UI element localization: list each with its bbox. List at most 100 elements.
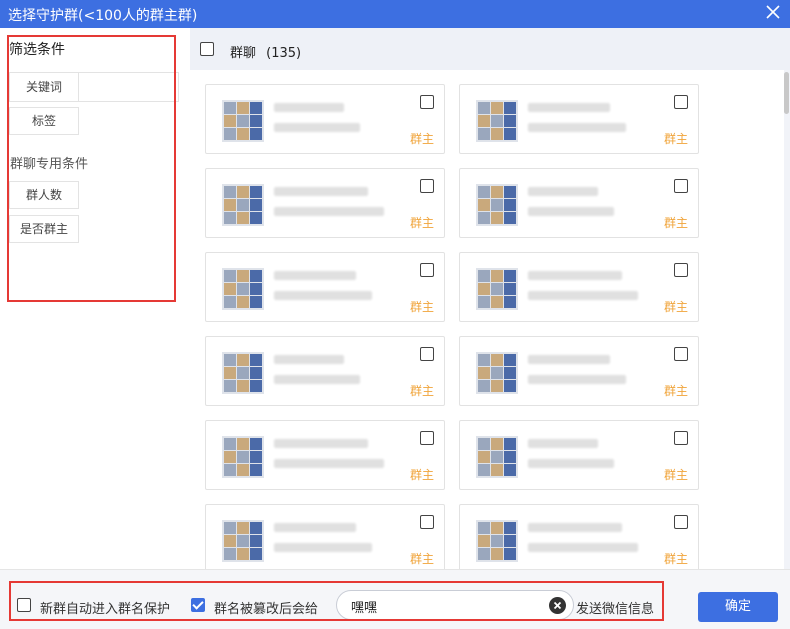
group-card[interactable]: 群主 [205, 252, 445, 322]
group-info-redacted [274, 459, 384, 468]
group-card[interactable]: 群主 [459, 84, 699, 154]
group-select-checkbox[interactable] [420, 431, 434, 445]
owner-tag: 群主 [409, 552, 434, 566]
group-select-checkbox[interactable] [674, 179, 688, 193]
owner-tag: 群主 [663, 132, 688, 146]
keyword-label[interactable]: 关键词 [10, 73, 79, 101]
group-select-checkbox[interactable] [420, 95, 434, 109]
rename-notify-checkbox[interactable] [191, 598, 205, 612]
group-grid: 群主 群主 群主 群主 群主 群主 群主 群主 群主 群主 群主 群主 [190, 70, 784, 569]
group-name-redacted [528, 187, 598, 196]
confirm-button[interactable]: 确定 [698, 592, 778, 622]
group-select-checkbox[interactable] [420, 179, 434, 193]
owner-tag: 群主 [663, 468, 688, 482]
message-input[interactable] [351, 596, 541, 616]
footer-bar: 新群自动进入群名保护 群名被篡改后会给 发送微信信息 确定 [0, 569, 790, 629]
group-select-checkbox[interactable] [674, 263, 688, 277]
group-name-redacted [274, 439, 368, 448]
group-card[interactable]: 群主 [459, 504, 699, 569]
group-select-checkbox[interactable] [674, 431, 688, 445]
owner-tag: 群主 [409, 300, 434, 314]
group-avatar [222, 520, 264, 562]
group-name-redacted [274, 187, 368, 196]
group-info-redacted [274, 123, 360, 132]
window-title: 选择守护群(<100人的群主群) [8, 8, 198, 24]
group-card[interactable]: 群主 [459, 336, 699, 406]
group-info-redacted [528, 375, 626, 384]
group-card[interactable]: 群主 [205, 504, 445, 569]
group-avatar [222, 352, 264, 394]
owner-tag: 群主 [409, 384, 434, 398]
message-input-wrapper [336, 590, 574, 620]
group-card[interactable]: 群主 [459, 420, 699, 490]
close-icon[interactable] [764, 3, 782, 21]
owner-tag: 群主 [409, 216, 434, 230]
keyword-filter: 关键词 [9, 72, 179, 102]
group-name-redacted [274, 355, 344, 364]
group-card[interactable]: 群主 [459, 252, 699, 322]
tag-filter-button[interactable]: 标签 [9, 107, 79, 135]
group-avatar [476, 268, 518, 310]
group-info-redacted [274, 291, 372, 300]
group-filter-heading: 群聊专用条件 [10, 157, 89, 172]
scrollbar-thumb[interactable] [784, 72, 789, 114]
group-name-redacted [274, 523, 356, 532]
owner-tag: 群主 [663, 552, 688, 566]
group-avatar [476, 436, 518, 478]
group-card[interactable]: 群主 [205, 84, 445, 154]
clear-circle-icon[interactable] [549, 597, 566, 614]
group-list-label: 群聊 (135) [230, 42, 301, 61]
group-info-redacted [528, 123, 626, 132]
group-list-header: 群聊 (135) [190, 28, 790, 70]
group-name-redacted [528, 103, 610, 112]
group-avatar [222, 268, 264, 310]
group-name-redacted [528, 271, 622, 280]
group-card[interactable]: 群主 [459, 168, 699, 238]
group-avatar [476, 100, 518, 142]
group-avatar [222, 100, 264, 142]
group-name-redacted [274, 103, 344, 112]
group-info-redacted [528, 543, 638, 552]
group-avatar [476, 520, 518, 562]
keyword-input[interactable] [80, 73, 178, 101]
auto-protect-label: 新群自动进入群名保护 [40, 602, 171, 617]
group-select-checkbox[interactable] [674, 95, 688, 109]
owner-tag: 群主 [663, 216, 688, 230]
send-wechat-label: 发送微信信息 [576, 602, 655, 617]
group-avatar [222, 184, 264, 226]
group-name-redacted [528, 355, 610, 364]
group-card[interactable]: 群主 [205, 168, 445, 238]
group-info-redacted [528, 459, 614, 468]
owner-tag: 群主 [663, 384, 688, 398]
scrollbar-track[interactable] [784, 70, 790, 569]
member-count-filter-button[interactable]: 群人数 [9, 181, 79, 209]
is-owner-filter-button[interactable]: 是否群主 [9, 215, 79, 243]
group-name-redacted [274, 271, 356, 280]
group-info-redacted [528, 207, 614, 216]
group-select-checkbox[interactable] [674, 515, 688, 529]
group-info-redacted [528, 291, 638, 300]
group-avatar [476, 184, 518, 226]
group-info-redacted [274, 207, 384, 216]
group-count: (135) [266, 46, 302, 61]
group-select-checkbox[interactable] [420, 515, 434, 529]
group-list-panel: 群聊 (135) 群主 群主 群主 群主 群主 群主 群主 群主 群主 群主 群主 群主 [190, 28, 790, 569]
group-name-redacted [528, 523, 622, 532]
title-bar: 选择守护群(<100人的群主群) [0, 0, 790, 28]
group-card[interactable]: 群主 [205, 336, 445, 406]
owner-tag: 群主 [409, 468, 434, 482]
group-info-redacted [274, 543, 372, 552]
rename-notify-label: 群名被篡改后会给 [214, 602, 319, 617]
group-name-redacted [528, 439, 598, 448]
group-select-checkbox[interactable] [420, 347, 434, 361]
group-avatar [222, 436, 264, 478]
group-info-redacted [274, 375, 360, 384]
group-select-checkbox[interactable] [674, 347, 688, 361]
auto-protect-checkbox[interactable] [17, 598, 31, 612]
group-card[interactable]: 群主 [205, 420, 445, 490]
select-all-checkbox[interactable] [200, 42, 214, 56]
owner-tag: 群主 [663, 300, 688, 314]
group-select-checkbox[interactable] [420, 263, 434, 277]
group-avatar [476, 352, 518, 394]
owner-tag: 群主 [409, 132, 434, 146]
